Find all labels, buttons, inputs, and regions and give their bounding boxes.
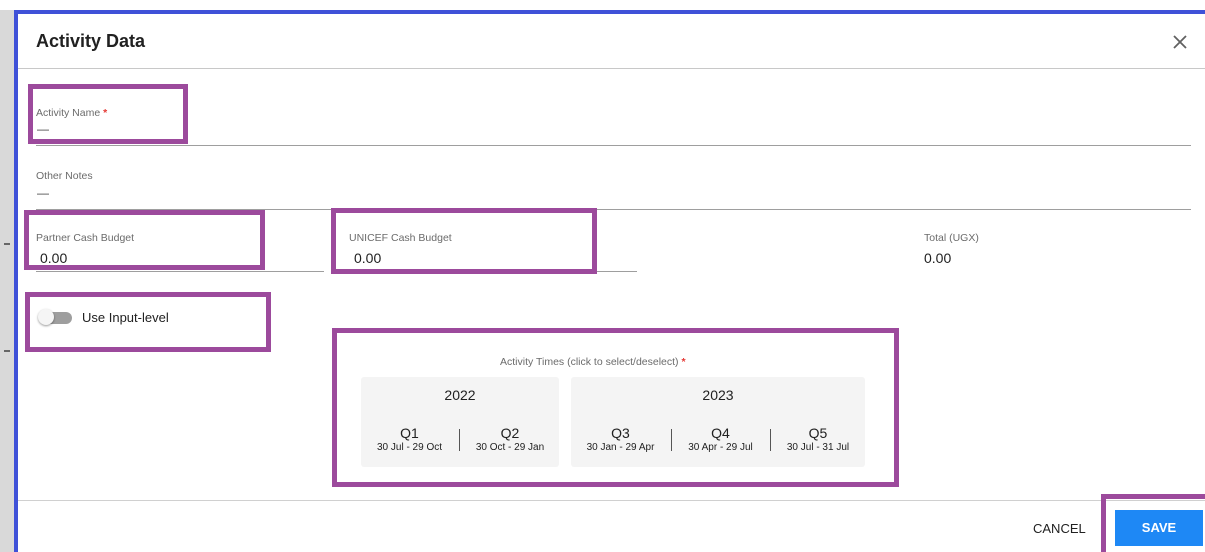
highlight-box: [24, 210, 265, 270]
highlight-box: [331, 208, 597, 274]
other-notes-input[interactable]: —: [37, 186, 49, 200]
header-divider: [18, 68, 1205, 69]
close-icon[interactable]: [1168, 30, 1192, 54]
activity-name-underline: [36, 145, 1191, 146]
highlight-box: [25, 292, 271, 352]
background-page-strip: [0, 10, 14, 552]
footer-divider: [18, 500, 1205, 501]
background-mark: [4, 350, 10, 352]
other-notes-label: Other Notes: [36, 170, 93, 182]
total-value: 0.00: [924, 250, 952, 266]
highlight-box: [28, 84, 188, 144]
partner-cash-budget-underline: [36, 271, 324, 272]
highlight-box: [1101, 494, 1205, 552]
cancel-button[interactable]: CANCEL: [1033, 521, 1086, 536]
activity-data-dialog: Activity Data Activity Name * — Other No…: [18, 14, 1205, 552]
background-mark: [4, 243, 10, 245]
total-label: Total (UGX): [924, 232, 979, 244]
dialog-title: Activity Data: [36, 31, 146, 51]
highlight-box: [332, 328, 899, 487]
